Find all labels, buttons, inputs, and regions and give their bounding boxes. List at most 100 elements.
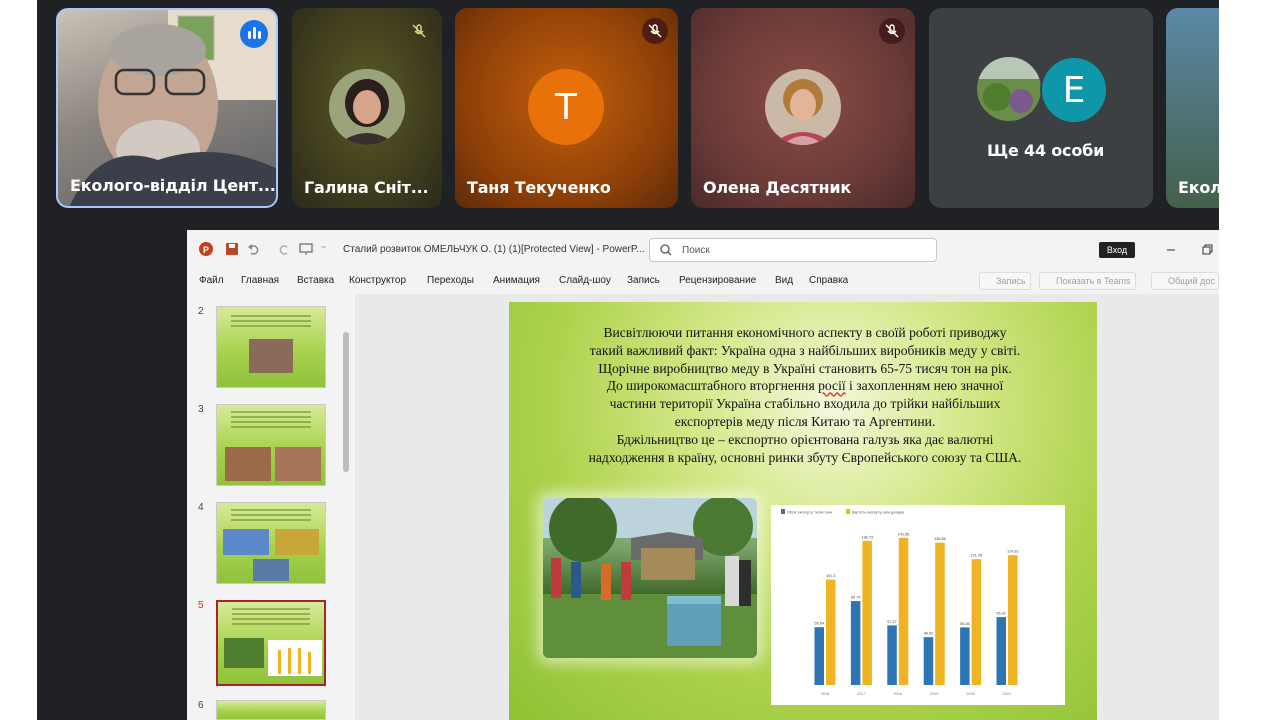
chart-bar <box>923 637 934 685</box>
x-tick-label: 2021 <box>1003 692 1011 696</box>
slide: Висвітлюючи питання економічного аспекту… <box>509 302 1097 720</box>
slide-text-line: експортерів меду після Китаю та Аргентин… <box>674 413 936 429</box>
bar-data-label: 57.27 <box>887 620 897 624</box>
search-icon <box>660 244 672 256</box>
chart-bar <box>935 542 945 685</box>
powerpoint-logo-icon: P <box>199 242 213 256</box>
slide-text-line: Щорічне виробництво меду в Україні стано… <box>598 360 1012 376</box>
bar-data-label: 101.3 <box>826 574 836 578</box>
tab-design[interactable]: Конструктор <box>349 275 406 286</box>
x-tick-label: 2020 <box>966 692 974 696</box>
tab-review[interactable]: Рецензирование <box>679 275 756 286</box>
legend-swatch <box>846 509 850 514</box>
bar-data-label: 138.73 <box>861 535 873 539</box>
chart-bar <box>971 559 982 685</box>
bar-data-label: 46.02 <box>924 632 934 636</box>
present-in-teams-button[interactable]: Показать в Teams <box>1039 272 1136 290</box>
qat-more-icon[interactable]: ⁼ <box>321 244 326 255</box>
tab-help[interactable]: Справка <box>809 275 848 286</box>
slide-text-line: надходження в країну, основні ринки збут… <box>588 449 1022 465</box>
undo-icon[interactable] <box>247 242 261 256</box>
tab-record[interactable]: Запись <box>627 275 660 286</box>
slide-thumbnail[interactable] <box>216 404 326 486</box>
tab-slideshow[interactable]: Слайд-шоу <box>559 275 611 286</box>
tab-file[interactable]: Файл <box>199 275 224 286</box>
chart-bar <box>826 579 836 685</box>
sign-in-button[interactable]: Вход <box>1099 242 1135 258</box>
slide-thumbnail-selected[interactable] <box>216 600 326 686</box>
x-tick-label: 2018 <box>894 692 902 696</box>
tab-animations[interactable]: Анимация <box>493 275 540 286</box>
chart-bar <box>898 537 909 685</box>
present-icon[interactable] <box>299 242 313 256</box>
tab-insert[interactable]: Вставка <box>297 275 334 286</box>
spellcheck-word: росії <box>818 378 846 394</box>
x-tick-label: 2016 <box>821 692 829 696</box>
chart-bar <box>850 601 861 685</box>
slide-number: 3 <box>198 404 204 415</box>
legend-swatch <box>781 509 785 514</box>
thumbnails-scrollbar[interactable] <box>343 332 349 472</box>
chart-bar <box>1008 555 1018 685</box>
x-tick-label: 2017 <box>857 692 865 696</box>
powerpoint-window: P ⁼ Сталий розвиток ОМЕЛЬЧУК О. (1) (1)[… <box>187 230 1219 720</box>
document-title: Сталий розвиток ОМЕЛЬЧУК О. (1) (1)[Prot… <box>343 244 645 255</box>
slide-text-line: такий важливий факт: Україна одна з найб… <box>589 342 1021 358</box>
avatar <box>765 69 841 145</box>
mic-off-icon <box>642 18 668 44</box>
tab-transitions[interactable]: Переходы <box>427 275 474 286</box>
chart-bar <box>960 627 970 685</box>
bar-data-label: 55.36 <box>960 622 970 626</box>
participant-tile[interactable]: T Таня Текученко <box>455 8 678 208</box>
slide-thumbnail[interactable] <box>216 502 326 584</box>
tab-home[interactable]: Главная <box>241 275 279 286</box>
save-icon[interactable] <box>225 242 239 256</box>
chart-bar <box>814 627 824 685</box>
tab-view[interactable]: Вид <box>775 275 793 286</box>
minimize-icon[interactable] <box>1165 244 1177 256</box>
participant-name: Таня Текученко <box>467 178 611 197</box>
chart-bar <box>887 625 897 685</box>
participant-tile[interactable]: Галина Сніт... <box>292 8 442 208</box>
participant-tile[interactable]: Еколо... <box>1166 8 1219 208</box>
participant-name: Еколо... <box>1178 178 1219 197</box>
slide-text-line: частини території Україна стабільно вход… <box>609 396 1001 412</box>
share-button[interactable]: Общий дос <box>1151 272 1219 290</box>
legend-label: Обсяг експорту, тисяч тонн <box>787 511 832 515</box>
participant-tile-speaker[interactable]: Еколого-відділ Цент... <box>56 8 278 208</box>
slide-number-selected: 5 <box>198 600 204 611</box>
slide-text-line: Висвітлюючи питання економічного аспекту… <box>603 325 1007 340</box>
bar-data-label: 65.31 <box>996 612 1006 616</box>
participant-name: Галина Сніт... <box>304 178 429 197</box>
avatar <box>977 57 1041 121</box>
participant-tile[interactable]: Олена Десятник <box>691 8 915 208</box>
bar-data-label: 121.06 <box>971 554 983 558</box>
slide-thumbnail[interactable] <box>216 700 326 720</box>
slide-thumbnail[interactable] <box>216 306 326 388</box>
beekeepers-photo[interactable] <box>543 498 757 658</box>
avatar <box>329 69 405 145</box>
bar-data-label: 124.81 <box>1007 550 1019 554</box>
participant-name: Еколого-відділ Цент... <box>70 176 276 195</box>
search-box[interactable]: Поиск <box>649 238 937 262</box>
slide-number: 2 <box>198 306 204 317</box>
x-tick-label: 2019 <box>930 692 938 696</box>
slide-text-line: До широкомасштабного вторгнення росії і … <box>545 377 1065 395</box>
mic-off-icon <box>406 18 432 44</box>
avatar-initial: E <box>1040 56 1108 124</box>
mic-off-icon <box>879 18 905 44</box>
record-button[interactable]: Запись <box>979 272 1031 290</box>
export-chart[interactable]: Обсяг експорту, тисяч тонн Вартість експ… <box>771 505 1065 705</box>
chart-bar <box>862 540 872 685</box>
restore-icon[interactable] <box>1201 244 1213 256</box>
bar-data-label: 55.64 <box>814 622 824 626</box>
redo-icon[interactable] <box>277 242 291 256</box>
slide-number: 6 <box>198 700 204 711</box>
slide-number: 4 <box>198 502 204 513</box>
more-participants-tile[interactable]: E Ще 44 особи <box>929 8 1153 208</box>
participant-name: Олена Десятник <box>703 178 852 197</box>
meet-window: Еколого-відділ Цент... Галина Сніт... T … <box>37 0 1219 720</box>
chart-svg: Обсяг експорту, тисяч тонн Вартість експ… <box>781 509 1019 696</box>
bar-data-label: 80.73 <box>851 596 861 600</box>
slide-text-box[interactable]: Висвітлюючи питання економічного аспекту… <box>545 324 1065 466</box>
